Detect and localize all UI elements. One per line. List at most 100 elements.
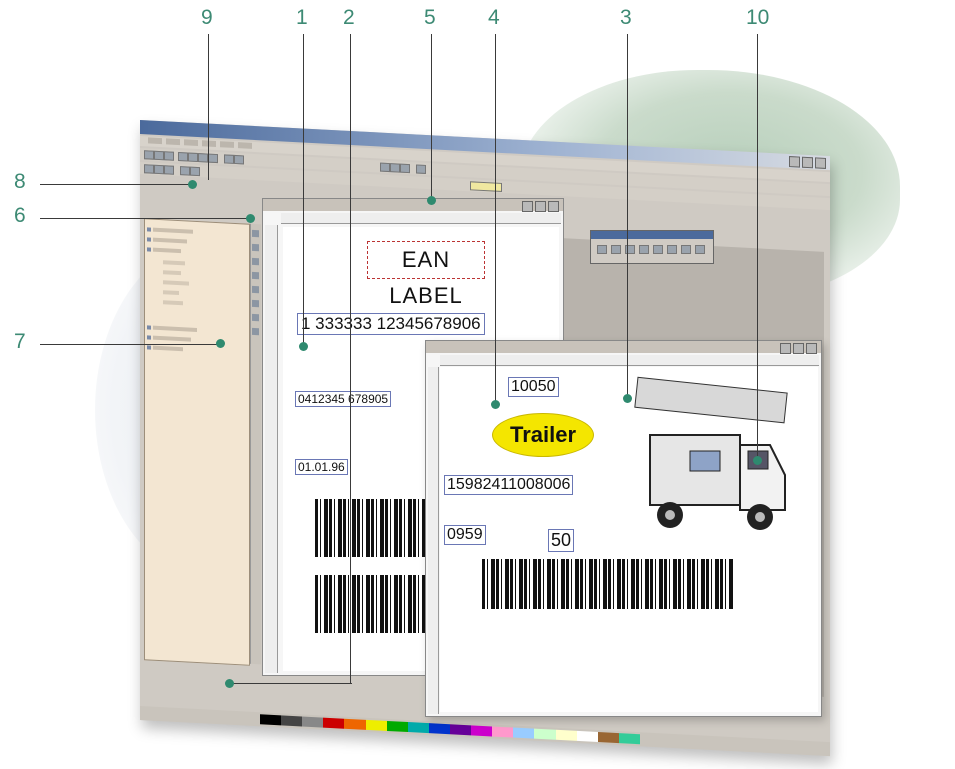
align-right-icon[interactable] bbox=[400, 163, 410, 174]
close-button[interactable] bbox=[806, 343, 817, 354]
tree-item[interactable] bbox=[153, 325, 197, 332]
callout-leader bbox=[208, 34, 209, 180]
close-button[interactable] bbox=[548, 201, 559, 212]
text-field[interactable]: 0959 bbox=[444, 525, 486, 545]
close-button[interactable] bbox=[815, 157, 826, 169]
text-field[interactable]: 0412345 678905 bbox=[295, 391, 392, 407]
open-icon[interactable] bbox=[154, 150, 164, 161]
tool-icon[interactable] bbox=[695, 245, 705, 254]
database-tree-panel bbox=[144, 218, 250, 666]
redo-icon[interactable] bbox=[234, 154, 244, 165]
align-center-icon[interactable] bbox=[390, 163, 400, 173]
cut-icon[interactable] bbox=[188, 152, 198, 163]
tree-item[interactable] bbox=[163, 280, 189, 286]
ellipse-tool-icon[interactable] bbox=[252, 313, 259, 322]
print-icon[interactable] bbox=[178, 151, 188, 162]
callout-2: 2 bbox=[343, 6, 355, 29]
tree-item[interactable] bbox=[153, 335, 191, 342]
menu-item[interactable] bbox=[202, 140, 216, 147]
callout-dot bbox=[753, 456, 762, 465]
callout-9: 9 bbox=[201, 6, 213, 29]
tool-icon[interactable] bbox=[639, 245, 649, 254]
zoom-select[interactable] bbox=[470, 181, 502, 192]
tree-item[interactable] bbox=[163, 300, 183, 306]
tree-item[interactable] bbox=[153, 237, 187, 244]
maximize-button[interactable] bbox=[802, 156, 813, 169]
callout-leader bbox=[40, 184, 190, 185]
new-icon[interactable] bbox=[144, 150, 154, 160]
undo-icon[interactable] bbox=[224, 154, 234, 164]
text-field[interactable]: 50 bbox=[548, 529, 575, 552]
horizontal-ruler bbox=[440, 355, 819, 366]
ean-number-field[interactable]: 1 333333 12345678906 bbox=[297, 313, 485, 335]
callout-dot bbox=[427, 196, 436, 205]
tool-icon[interactable] bbox=[597, 245, 607, 254]
document-title-bar[interactable] bbox=[263, 199, 563, 212]
rectangle-tool-icon[interactable] bbox=[252, 285, 259, 294]
callout-dot bbox=[491, 400, 500, 409]
copy-icon[interactable] bbox=[198, 153, 208, 163]
callout-dot bbox=[225, 679, 234, 688]
maximize-button[interactable] bbox=[535, 201, 546, 212]
tool-icon[interactable] bbox=[611, 245, 621, 254]
font-size-icon[interactable] bbox=[190, 166, 200, 177]
inverse-tool-icon[interactable] bbox=[252, 327, 259, 336]
align-left-icon[interactable] bbox=[380, 162, 390, 173]
callout-6: 6 bbox=[14, 204, 26, 227]
save-icon[interactable] bbox=[164, 151, 174, 161]
zoom-icon[interactable] bbox=[416, 164, 426, 174]
maximize-button[interactable] bbox=[793, 343, 804, 354]
callout-dot bbox=[246, 214, 255, 223]
minimize-button[interactable] bbox=[789, 156, 800, 168]
pointer-tool-icon[interactable] bbox=[252, 229, 259, 238]
italic-icon[interactable] bbox=[154, 164, 164, 175]
barcode-tool-icon[interactable] bbox=[252, 257, 259, 266]
tree-item[interactable] bbox=[153, 227, 193, 234]
callout-5: 5 bbox=[424, 6, 436, 29]
callout-leader bbox=[627, 34, 628, 396]
label-canvas[interactable]: 10050 Trailer 15982411008006 0959 50 bbox=[440, 367, 818, 712]
tree-item[interactable] bbox=[153, 345, 183, 352]
tool-icon[interactable] bbox=[667, 245, 677, 254]
barcode-object[interactable] bbox=[482, 559, 734, 609]
tool-icon[interactable] bbox=[653, 245, 663, 254]
image-tool-icon[interactable] bbox=[252, 271, 259, 280]
text-field[interactable]: 10050 bbox=[508, 377, 559, 397]
horizontal-ruler bbox=[281, 213, 561, 224]
label-title[interactable]: EAN LABEL bbox=[367, 241, 485, 308]
line-tool-icon[interactable] bbox=[252, 299, 259, 308]
tree-item[interactable] bbox=[163, 260, 185, 266]
tool-icon[interactable] bbox=[681, 245, 691, 254]
tree-item[interactable] bbox=[163, 290, 179, 296]
callout-8: 8 bbox=[14, 170, 26, 193]
menu-item[interactable] bbox=[166, 138, 180, 146]
text-tool-icon[interactable] bbox=[252, 243, 259, 252]
paste-icon[interactable] bbox=[208, 153, 218, 164]
text-field[interactable]: 15982411008006 bbox=[444, 475, 574, 495]
floating-toolbar-title[interactable] bbox=[591, 231, 713, 239]
underline-icon[interactable] bbox=[164, 165, 174, 175]
font-icon[interactable] bbox=[180, 166, 190, 176]
truck-image[interactable] bbox=[630, 375, 800, 555]
color-palette[interactable] bbox=[260, 714, 640, 745]
object-toolbar bbox=[250, 223, 261, 665]
tree-item[interactable] bbox=[153, 247, 181, 254]
folder-icon bbox=[147, 247, 151, 252]
menu-item[interactable] bbox=[238, 142, 252, 149]
trailer-badge[interactable]: Trailer bbox=[492, 413, 594, 457]
menu-item[interactable] bbox=[184, 139, 198, 147]
minimize-button[interactable] bbox=[780, 343, 791, 354]
floating-toolbar bbox=[590, 230, 714, 264]
tree-item[interactable] bbox=[163, 270, 181, 276]
document-title-bar[interactable] bbox=[426, 341, 821, 354]
minimize-button[interactable] bbox=[522, 201, 533, 212]
callout-dot bbox=[216, 339, 225, 348]
menu-item[interactable] bbox=[148, 137, 162, 145]
bold-icon[interactable] bbox=[144, 164, 154, 174]
barcode-object[interactable] bbox=[315, 575, 425, 633]
database-icon bbox=[147, 345, 151, 350]
callout-leader bbox=[230, 683, 352, 684]
barcode-object[interactable] bbox=[315, 499, 427, 557]
date-field[interactable]: 01.01.96 bbox=[295, 459, 348, 475]
menu-item[interactable] bbox=[220, 141, 234, 148]
